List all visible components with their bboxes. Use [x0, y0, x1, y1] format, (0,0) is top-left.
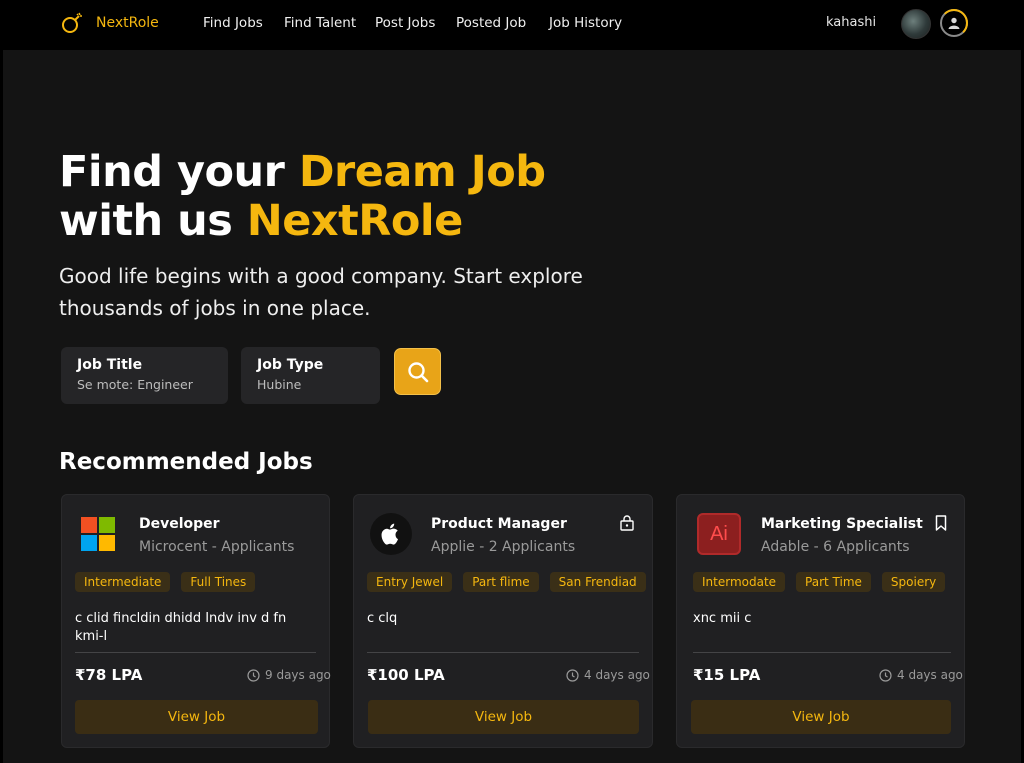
hero-title-line1: Find your Dream Job: [59, 148, 546, 197]
divider: [367, 652, 639, 653]
tag: Full Tines: [181, 572, 256, 592]
hero-title-text1: Find your: [59, 147, 299, 197]
tag: Part flime: [463, 572, 539, 592]
adobe-illustrator-logo-icon: Ai: [697, 513, 741, 555]
nav-find-talent[interactable]: Find Talent: [284, 15, 356, 31]
clock-icon: [247, 668, 260, 682]
job-card: Developer Microcent - Applicants Interme…: [61, 494, 331, 748]
tag: San Frendiad: [549, 572, 646, 592]
view-job-button[interactable]: View Job: [691, 700, 951, 734]
brand-name: NextRole: [96, 15, 159, 31]
hero-subtitle: Good life begins with a good company. St…: [59, 264, 583, 320]
progress-ring: [940, 9, 968, 37]
job-type-label: Job Type: [257, 357, 324, 373]
tag: Part Time: [796, 572, 871, 592]
salary: ₹78 LPA: [75, 666, 143, 684]
hero-title-accent1: Dream Job: [298, 147, 546, 197]
adobe-logo-text: Ai: [710, 522, 728, 545]
view-job-button[interactable]: View Job: [75, 700, 318, 734]
profile-avatar[interactable]: [901, 9, 931, 39]
frame-edge-left: [0, 50, 3, 763]
job-type-input[interactable]: [257, 377, 364, 392]
company-name: Applie - 2 Applicants: [431, 539, 576, 555]
job-card: Ai Marketing Specialist Adable - 6 Appli…: [676, 494, 965, 748]
salary: ₹15 LPA: [693, 666, 761, 684]
job-description: c clq: [367, 611, 398, 626]
hero-title-line2: with us NextRole: [59, 197, 546, 246]
clock-icon: [879, 668, 892, 682]
job-title: Product Manager: [431, 516, 567, 532]
tag-list: Intermediate Full Tines: [75, 572, 256, 592]
top-navbar: NextRole Find Jobs Find Talent Post Jobs…: [0, 0, 1024, 50]
hero-title-text2: with us: [59, 196, 247, 246]
company-name: Microcent - Applicants: [139, 539, 295, 555]
job-description: c clid fincldin dhidd Indv inv d fn kmi-…: [75, 611, 287, 644]
posted-time: 4 days ago: [566, 668, 650, 682]
hero-title-accent2: NextRole: [246, 196, 464, 246]
divider: [75, 652, 316, 653]
posted-time-text: 4 days ago: [897, 668, 963, 682]
nav-post-jobs[interactable]: Post Jobs: [375, 15, 435, 31]
tag: Entry Jewel: [367, 572, 453, 592]
view-job-button[interactable]: View Job: [368, 700, 639, 734]
divider: [693, 652, 951, 653]
job-title: Marketing Specialist: [761, 516, 923, 532]
salary: ₹100 LPA: [367, 666, 445, 684]
posted-time-text: 9 days ago: [265, 668, 331, 682]
lock-icon[interactable]: [620, 515, 634, 531]
job-title-field[interactable]: Job Title: [61, 347, 228, 404]
posted-time-text: 4 days ago: [584, 668, 650, 682]
nav-posted-job[interactable]: Posted Job: [456, 15, 526, 31]
microsoft-logo-icon: [76, 512, 120, 556]
username: kahashi: [826, 15, 877, 30]
tag-list: Intermodate Part Time Spoiery: [693, 572, 946, 592]
job-description: xnc mii c: [693, 611, 752, 626]
job-title-input[interactable]: [77, 377, 212, 392]
job-title: Developer: [139, 516, 220, 532]
nav-find-jobs[interactable]: Find Jobs: [203, 15, 263, 31]
bomb-logo-icon: [62, 12, 82, 33]
job-title-label: Job Title: [77, 357, 143, 373]
hero-title: Find your Dream Job with us NextRole: [59, 148, 546, 246]
bookmark-icon[interactable]: [935, 515, 947, 531]
apple-logo-icon: [370, 513, 412, 555]
company-name: Adable - 6 Applicants: [761, 539, 910, 555]
clock-icon: [566, 668, 579, 682]
job-type-field[interactable]: Job Type: [241, 347, 380, 404]
job-card: Product Manager Applie - 2 Applicants En…: [353, 494, 653, 748]
tag: Spoiery: [881, 572, 946, 592]
tag: Intermediate: [75, 572, 171, 592]
user-menu-icon[interactable]: [940, 9, 968, 37]
brand[interactable]: NextRole: [60, 11, 159, 35]
search-icon: [407, 361, 428, 382]
section-title: Recommended Jobs: [59, 449, 313, 475]
tag-list: Entry Jewel Part flime San Frendiad: [367, 572, 646, 592]
search-button[interactable]: [394, 348, 441, 395]
tag: Intermodate: [693, 572, 786, 592]
nav-job-history[interactable]: Job History: [549, 15, 622, 31]
posted-time: 9 days ago: [247, 668, 331, 682]
posted-time: 4 days ago: [879, 668, 963, 682]
